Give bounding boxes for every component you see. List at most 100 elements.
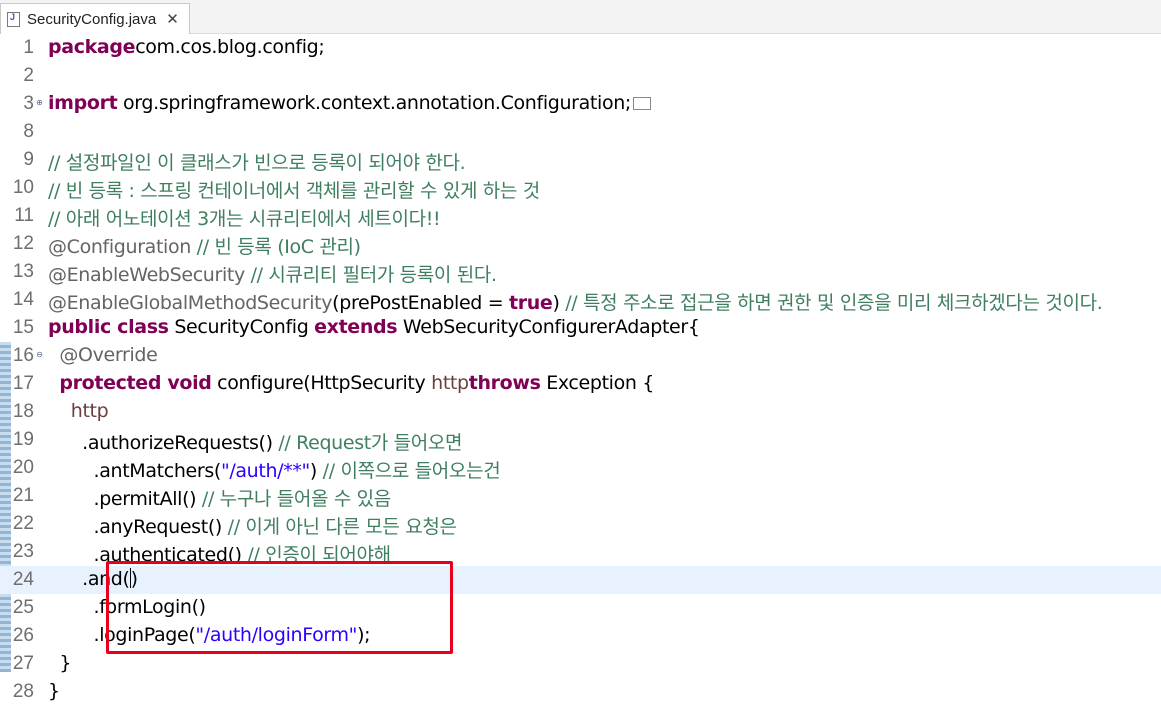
- comment-token: // 특정 주소로 접근을 하면 권한 및 인증을 미리 체크하겠다는 것이다.: [559, 292, 1103, 314]
- code-line-24[interactable]: 24 .and(): [0, 566, 1161, 594]
- code-line-23[interactable]: 23 .authenticated() // 인증이 되어야해: [0, 538, 1161, 566]
- code-line-17[interactable]: 17 protected void configure(HttpSecurity…: [0, 370, 1161, 398]
- code-text: packagecom.cos.blog.config;: [48, 36, 325, 58]
- line-number: 16: [12, 345, 34, 366]
- code-line-26[interactable]: 26 .loginPage("/auth/loginForm");: [0, 622, 1161, 650]
- code-text: .loginPage("/auth/loginForm");: [48, 624, 371, 646]
- line-number: 15: [12, 317, 34, 338]
- line-number: 12: [12, 233, 34, 254]
- keyword-token: true: [508, 292, 553, 314]
- comment-token: // 시큐리티 필터가 등록이 된다.: [244, 264, 497, 286]
- code-token: SecurityConfig: [168, 316, 315, 338]
- code-line-13[interactable]: 13 @EnableWebSecurity // 시큐리티 필터가 등록이 된다.: [0, 258, 1161, 286]
- code-token: }: [48, 652, 72, 674]
- code-text: @EnableWebSecurity // 시큐리티 필터가 등록이 된다.: [48, 260, 497, 287]
- code-line-9[interactable]: 9 // 설정파일인 이 클래스가 빈으로 등록이 되어야 한다.: [0, 146, 1161, 174]
- code-line-8[interactable]: 8: [0, 118, 1161, 146]
- code-token: .authenticated(): [48, 544, 243, 566]
- code-line-11[interactable]: 11 // 아래 어노테이션 3개는 시큐리티에서 세트이다!!: [0, 202, 1161, 230]
- annotation-token: @EnableWebSecurity: [48, 264, 245, 286]
- expand-fold-icon[interactable]: ⊕: [35, 98, 44, 107]
- code-line-21[interactable]: 21 .permitAll() // 누구나 들어올 수 있음: [0, 482, 1161, 510]
- code-token: .and(: [48, 568, 130, 590]
- code-text: @EnableGlobalMethodSecurity(prePostEnabl…: [48, 288, 1103, 315]
- collapsed-imports-icon[interactable]: [632, 97, 651, 110]
- code-line-16[interactable]: 16 ⊖ @Override: [0, 342, 1161, 370]
- line-number: 11: [14, 205, 34, 226]
- keyword-token: public class: [48, 316, 169, 338]
- collapse-fold-icon[interactable]: ⊖: [35, 350, 44, 359]
- keyword-token: extends: [314, 316, 398, 338]
- code-line-25[interactable]: 25 .formLogin(): [0, 594, 1161, 622]
- code-token: .antMatchers(: [48, 460, 222, 482]
- annotation-token: @Configuration: [48, 236, 191, 258]
- code-line-1[interactable]: 1 packagecom.cos.blog.config;: [0, 34, 1161, 62]
- code-text: protected void configure(HttpSecurity ht…: [48, 372, 654, 394]
- line-number: 10: [12, 177, 34, 198]
- keyword-token: protected void: [59, 372, 212, 394]
- code-token: .anyRequest(): [48, 516, 223, 538]
- comment-token: // 인증이 되어야해: [241, 544, 391, 566]
- code-line-10[interactable]: 10 // 빈 등록 : 스프링 컨테이너에서 객체를 관리할 수 있게 하는 것: [0, 174, 1161, 202]
- comment-token: // 빈 등록 : 스프링 컨테이너에서 객체를 관리할 수 있게 하는 것: [48, 180, 540, 202]
- code-token: ): [130, 568, 138, 590]
- line-number: 19: [12, 429, 34, 450]
- code-line-12[interactable]: 12 @Configuration // 빈 등록 (IoC 관리): [0, 230, 1161, 258]
- code-line-15[interactable]: 15 public class SecurityConfig extends We…: [0, 314, 1161, 342]
- code-token: ): [309, 460, 317, 482]
- code-line-20[interactable]: 20 .antMatchers("/auth/**") // 이쪽으로 들어오는…: [0, 454, 1161, 482]
- code-text: .formLogin(): [48, 596, 207, 618]
- code-line-19[interactable]: 19 .authorizeRequests() // Request가 들어오면: [0, 426, 1161, 454]
- code-token: Exception {: [540, 372, 655, 394]
- code-token: }: [48, 680, 60, 702]
- code-line-3[interactable]: 3 ⊕ import org.springframework.context.ann…: [0, 90, 1161, 118]
- tab-securityconfig[interactable]: SecurityConfig.java ✕: [0, 3, 190, 34]
- keyword-token: throws: [468, 372, 541, 394]
- keyword-token: package: [48, 36, 136, 58]
- code-line-18[interactable]: 18 http: [0, 398, 1161, 426]
- code-token: .formLogin(): [48, 596, 207, 618]
- code-line-22[interactable]: 22 .anyRequest() // 이게 아닌 다른 모든 요청은: [0, 510, 1161, 538]
- code-token: (prePostEnabled =: [332, 292, 509, 314]
- string-token: "/auth/loginForm": [195, 624, 358, 646]
- code-text: }: [48, 652, 71, 674]
- code-text: .and(): [48, 568, 138, 590]
- code-text: public class SecurityConfig extends WebS…: [48, 316, 700, 338]
- line-number: 25: [12, 597, 34, 618]
- code-line-14[interactable]: 14 @EnableGlobalMethodSecurity(prePostEna…: [0, 286, 1161, 314]
- code-token: configure(HttpSecurity: [211, 372, 432, 394]
- annotation-token: @Override: [59, 344, 158, 366]
- code-text: // 아래 어노테이션 3개는 시큐리티에서 세트이다!!: [48, 204, 441, 231]
- line-number: 17: [12, 373, 34, 394]
- code-text: @Configuration // 빈 등록 (IoC 관리): [48, 232, 361, 259]
- line-number: 28: [12, 681, 34, 702]
- string-token: "/auth/**": [220, 460, 310, 482]
- close-icon[interactable]: ✕: [166, 10, 179, 28]
- line-number: 27: [12, 653, 34, 674]
- editor-tab-bar: SecurityConfig.java ✕: [0, 0, 1161, 34]
- line-number: 23: [12, 541, 34, 562]
- editor-window: SecurityConfig.java ✕ 1 packagecom.cos.bl…: [0, 0, 1161, 705]
- code-token: com.cos.blog.config;: [135, 36, 325, 58]
- code-token: org.springframework.context.annotation.C…: [117, 92, 631, 114]
- keyword-token: import: [48, 92, 118, 114]
- code-text: import org.springframework.context.annot…: [48, 92, 651, 114]
- code-line-27[interactable]: 27 }: [0, 650, 1161, 678]
- code-text: .authorizeRequests() // Request가 들어오면: [48, 428, 462, 455]
- code-token: http: [431, 372, 469, 394]
- code-text: // 설정파일인 이 클래스가 빈으로 등록이 되어야 한다.: [48, 148, 466, 175]
- code-text: .antMatchers("/auth/**") // 이쪽으로 들어오는건: [48, 456, 501, 483]
- code-token: http: [70, 400, 109, 422]
- code-line-28[interactable]: 28}: [0, 678, 1161, 705]
- comment-token: // 누구나 들어올 수 있음: [196, 488, 391, 510]
- code-text: }: [48, 680, 60, 702]
- code-line-2[interactable]: 2: [0, 62, 1161, 90]
- code-token: ): [552, 292, 560, 314]
- code-token: );: [357, 624, 371, 646]
- line-number: 1: [23, 37, 34, 58]
- comment-token: // Request가 들어오면: [272, 432, 463, 454]
- code-editor[interactable]: 1 packagecom.cos.blog.config; 2 3 ⊕ import or…: [0, 34, 1161, 705]
- comment-token: // 설정파일인 이 클래스가 빈으로 등록이 되어야 한다.: [48, 152, 466, 174]
- line-number: 3: [23, 93, 34, 114]
